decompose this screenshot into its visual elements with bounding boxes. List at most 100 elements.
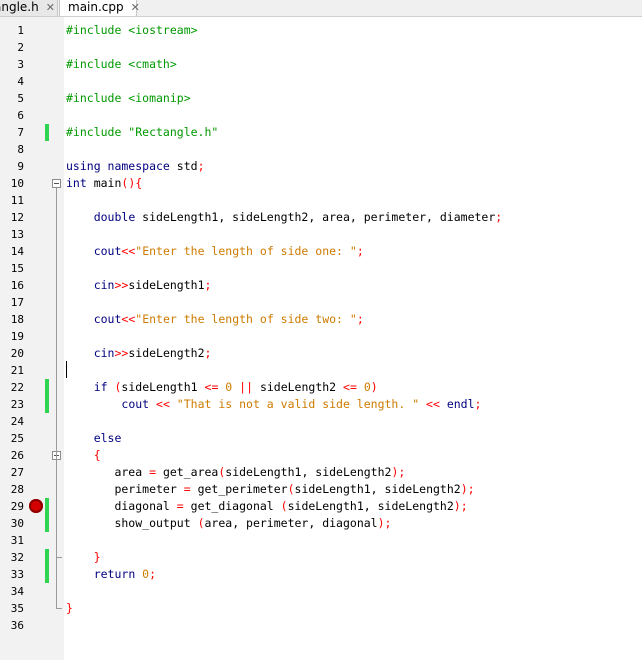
code-token: endl: [446, 397, 475, 411]
code-line[interactable]: 9 using namespace std;: [0, 158, 642, 175]
code-text: cout<<"Enter the length of side two: ";: [66, 311, 364, 328]
code-text: cin>>sideLength2;: [66, 345, 212, 362]
code-line[interactable]: 23 cout << "That is not a valid side len…: [0, 396, 642, 413]
code-token: #include <iostream>: [66, 23, 198, 37]
change-marker: [45, 396, 49, 413]
close-icon[interactable]: ✕: [46, 1, 55, 14]
code-line[interactable]: 6: [0, 107, 642, 124]
code-token: ;: [197, 159, 205, 173]
line-number: 1: [17, 24, 24, 37]
code-token: #include "Rectangle.h": [66, 125, 219, 139]
code-token: ;: [356, 244, 364, 258]
code-token: );: [460, 482, 475, 496]
code-line[interactable]: 16 cin>>sideLength1;: [0, 277, 642, 294]
line-number: 10: [10, 177, 24, 190]
line-number: 8: [17, 143, 24, 156]
code-line[interactable]: 20 cin>>sideLength2;: [0, 345, 642, 362]
code-token: show_output: [66, 516, 198, 530]
code-line[interactable]: 24: [0, 413, 642, 430]
code-token: else: [93, 431, 122, 445]
code-line[interactable]: 11: [0, 192, 642, 209]
code-line[interactable]: 30 show_output (area, perimeter, diagona…: [0, 515, 642, 532]
code-line[interactable]: 10 int main(){: [0, 175, 642, 192]
code-token: std: [176, 159, 198, 173]
close-icon[interactable]: ✕: [131, 1, 140, 14]
line-number: 34: [10, 585, 24, 598]
code-line[interactable]: 5 #include <iomanip>: [0, 90, 642, 107]
code-token: );: [377, 516, 392, 530]
code-line[interactable]: 35}: [0, 600, 642, 617]
code-line[interactable]: 19: [0, 328, 642, 345]
code-line[interactable]: 1 #include <iostream>: [0, 22, 642, 39]
code-line[interactable]: 7 #include "Rectangle.h": [0, 124, 642, 141]
code-token: {: [93, 448, 101, 462]
code-line[interactable]: 31: [0, 532, 642, 549]
code-line[interactable]: 21: [0, 362, 642, 379]
tab-bar: angle.h ✕ main.cpp ✕: [0, 0, 642, 17]
tab-rectangle-h[interactable]: angle.h ✕: [0, 0, 58, 16]
code-line[interactable]: 32 }: [0, 549, 642, 566]
code-line[interactable]: 27 area = get_area(sideLength1, sideLeng…: [0, 464, 642, 481]
code-text: cout << "That is not a valid side length…: [66, 396, 481, 413]
line-number: 15: [10, 262, 24, 275]
code-token: (: [280, 499, 288, 513]
code-token: using namespace: [66, 159, 177, 173]
code-token: sideLength2: [259, 380, 344, 394]
code-line[interactable]: 25 else: [0, 430, 642, 447]
code-line[interactable]: 17: [0, 294, 642, 311]
code-line[interactable]: 26 {: [0, 447, 642, 464]
code-line[interactable]: 18 cout<<"Enter the length of side two: …: [0, 311, 642, 328]
code-token: <<: [121, 244, 136, 258]
code-token: int: [66, 176, 94, 190]
code-line[interactable]: 28 perimeter = get_perimeter(sideLength1…: [0, 481, 642, 498]
code-token: ||: [239, 380, 260, 394]
code-line[interactable]: 13: [0, 226, 642, 243]
code-token: ;: [149, 567, 157, 581]
code-token: );: [453, 499, 468, 513]
code-token: sideLength1, sideLength2: [225, 465, 392, 479]
code-text: #include <iostream>: [66, 22, 198, 39]
code-line[interactable]: 22 if (sideLength1 <= 0 || sideLength2 <…: [0, 379, 642, 396]
code-token: sideLength2: [128, 346, 205, 360]
code-token: "Enter the length of side two: ": [135, 312, 357, 326]
code-line[interactable]: 4: [0, 73, 642, 90]
code-line[interactable]: 36: [0, 617, 642, 634]
breakpoint-icon[interactable]: [29, 499, 43, 513]
code-token: <<: [426, 397, 447, 411]
code-token: sideLength1: [121, 380, 205, 394]
fold-guide-end: [56, 608, 62, 609]
code-token: perimeter: [66, 482, 184, 496]
fold-toggle-icon[interactable]: [52, 179, 61, 188]
code-line[interactable]: 12 double sideLength1, sideLength2, area…: [0, 209, 642, 226]
code-token: area, perimeter, diagonal: [204, 516, 378, 530]
line-number: 22: [10, 381, 24, 394]
code-line[interactable]: 2: [0, 39, 642, 56]
code-token: (: [287, 482, 295, 496]
code-token: area: [66, 465, 150, 479]
line-number: 25: [10, 432, 24, 445]
code-line[interactable]: 3 #include <cmath>: [0, 56, 642, 73]
code-token: ;: [495, 210, 503, 224]
line-number: 16: [10, 279, 24, 292]
line-number: 20: [10, 347, 24, 360]
tab-main-cpp[interactable]: main.cpp ✕: [59, 0, 140, 16]
code-line[interactable]: 14 cout<<"Enter the length of side one: …: [0, 243, 642, 260]
change-marker: [45, 379, 49, 396]
code-token: "Enter the length of side one: ": [135, 244, 357, 258]
code-token: =: [149, 465, 163, 479]
code-line[interactable]: 8: [0, 141, 642, 158]
code-token: sideLength1, sideLength2: [287, 499, 454, 513]
line-number: 29: [10, 500, 24, 513]
code-line[interactable]: 29 diagonal = get_diagonal (sideLength1,…: [0, 498, 642, 515]
line-number: 28: [10, 483, 24, 496]
code-text: else: [66, 430, 122, 447]
code-line[interactable]: 34: [0, 583, 642, 600]
code-token: "That is not a valid side length. ": [176, 397, 427, 411]
code-token: cin: [93, 278, 115, 292]
code-line[interactable]: 33 return 0;: [0, 566, 642, 583]
code-line[interactable]: 15: [0, 260, 642, 277]
line-number: 35: [10, 602, 24, 615]
